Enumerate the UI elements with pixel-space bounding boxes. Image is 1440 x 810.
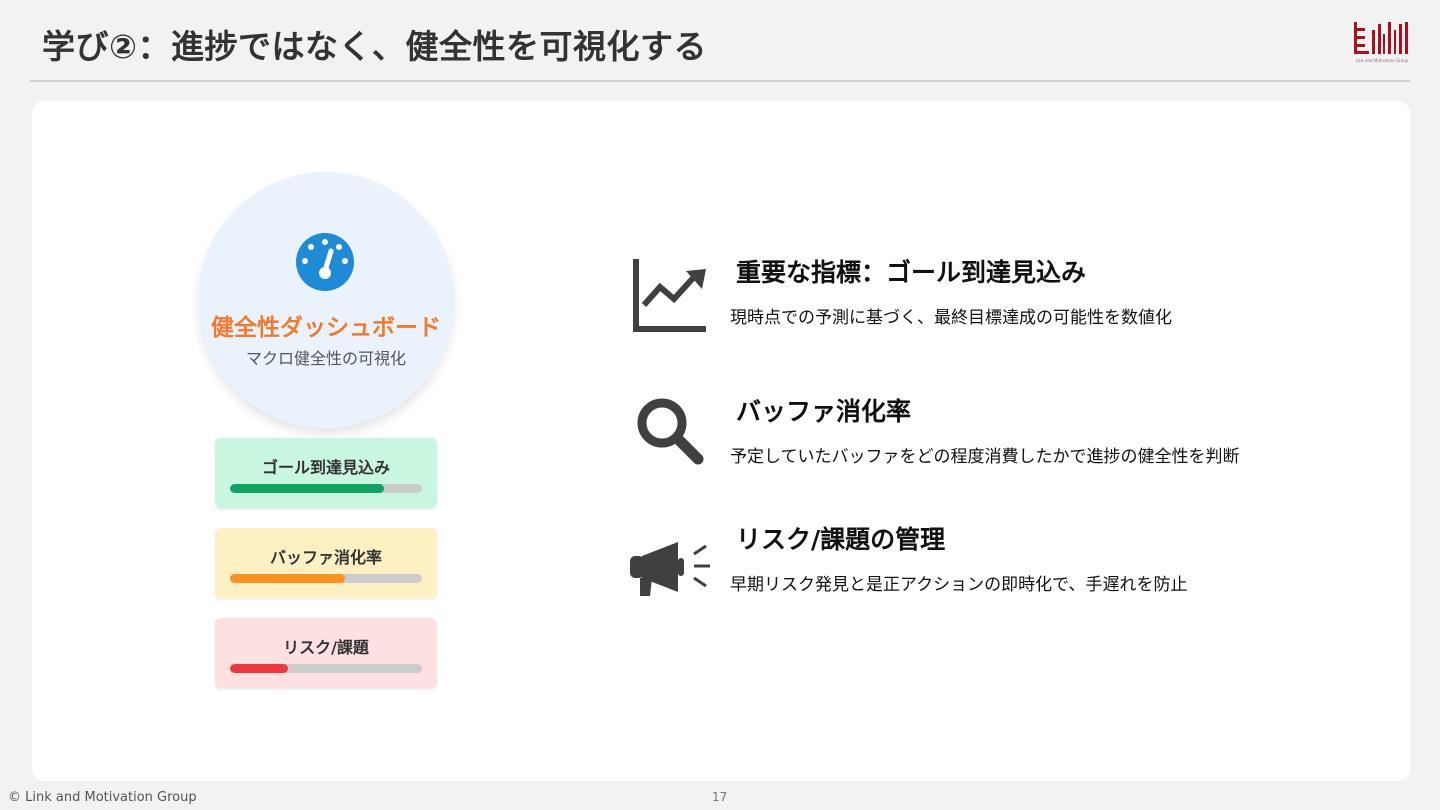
progress-track xyxy=(230,574,422,583)
progress-fill xyxy=(230,664,288,673)
item-description-goal-forecast: 現時点での予測に基づく、最終目標達成の可能性を数値化 xyxy=(730,308,1172,328)
dashboard-dial: 健全性ダッシュボード マクロ健全性の可視化 xyxy=(198,172,454,428)
slide-title: 学び②：進捗ではなく、健全性を可視化する xyxy=(42,27,707,66)
item-description-risk: 早期リスク発見と是正アクションの即時化で、手遅れを防止 xyxy=(730,575,1188,595)
item-heading-buffer: バッファ消化率 xyxy=(736,397,912,426)
progress-fill xyxy=(230,574,346,583)
metric-label: バッファ消化率 xyxy=(269,548,382,567)
progress-track xyxy=(230,484,422,493)
progress-track xyxy=(230,664,422,673)
trend-chart-icon xyxy=(633,259,706,332)
megaphone-icon xyxy=(630,542,710,596)
progress-fill xyxy=(230,484,384,493)
metric-risk-issues: リスク/課題 xyxy=(215,618,437,688)
item-heading-risk: リスク/課題の管理 xyxy=(736,525,946,554)
metric-goal-forecast: ゴール到達見込み xyxy=(215,438,437,508)
metric-label: リスク/課題 xyxy=(283,638,369,657)
metric-label: ゴール到達見込み xyxy=(261,458,390,477)
item-heading-goal-forecast: 重要な指標：ゴール到達見込み xyxy=(736,258,1087,287)
logo-caption: Link and Motivation Group xyxy=(1355,58,1409,63)
item-description-buffer: 予定していたバッファをどの程度消費したかで進捗の健全性を判断 xyxy=(730,447,1240,467)
footer-copyright: © Link and Motivation Group xyxy=(8,790,197,805)
dashboard-title: 健全性ダッシュボード xyxy=(211,315,441,341)
metric-buffer-consumption: バッファ消化率 xyxy=(215,528,437,598)
gauge-icon xyxy=(296,233,354,291)
dashboard-subtitle: マクロ健全性の可視化 xyxy=(245,349,406,368)
header-divider xyxy=(30,80,1410,82)
search-icon xyxy=(637,398,704,465)
page-number: 17 xyxy=(712,790,728,804)
